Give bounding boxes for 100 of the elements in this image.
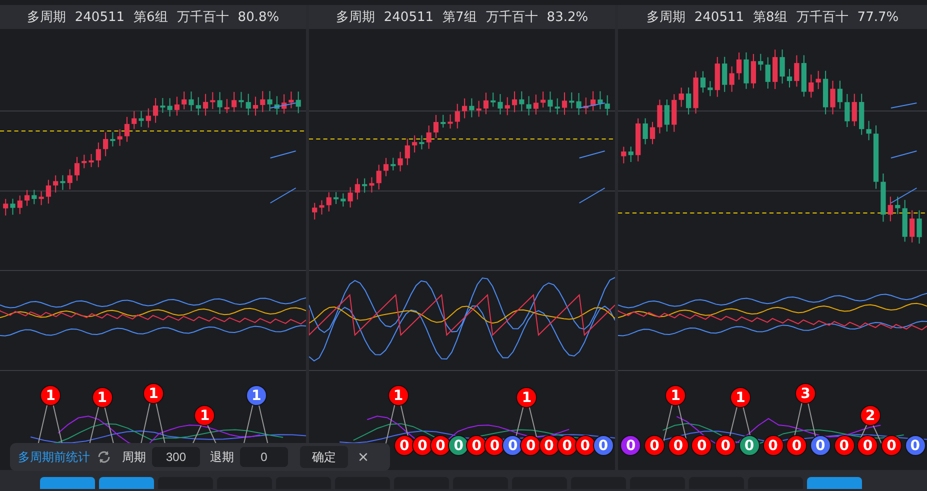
candle xyxy=(729,66,734,92)
candle xyxy=(398,152,403,172)
candle xyxy=(10,198,16,215)
confirm-button[interactable]: 确定 xyxy=(300,446,348,468)
candle xyxy=(17,196,22,214)
marker-badge: 0 xyxy=(520,435,542,456)
candle xyxy=(772,50,778,89)
marker-badge: 1 xyxy=(92,387,113,408)
candle xyxy=(476,100,482,117)
header-text: 第6组 xyxy=(134,9,168,26)
bottom-tab[interactable] xyxy=(99,477,154,489)
trend-line xyxy=(579,150,605,158)
candle xyxy=(816,70,821,90)
candle xyxy=(533,94,538,115)
candle xyxy=(383,158,389,176)
candle xyxy=(448,114,453,129)
candle xyxy=(312,202,318,220)
candle xyxy=(678,88,684,107)
marker-badge: 0 xyxy=(857,435,878,456)
leader-line xyxy=(192,424,218,446)
header-text: 80.8% xyxy=(238,10,280,24)
candle xyxy=(462,98,468,118)
back-period-label: 退期 xyxy=(210,448,234,466)
candle xyxy=(642,118,648,144)
close-button[interactable]: × xyxy=(354,446,373,468)
back-period-field[interactable]: 0 xyxy=(240,447,288,467)
trend-line xyxy=(270,150,296,158)
marker-badge: 1 xyxy=(143,383,164,404)
candle xyxy=(650,122,656,144)
marker-badge: 1 xyxy=(730,387,752,408)
marker-badge: 0 xyxy=(620,435,642,456)
candle xyxy=(202,94,208,116)
candle xyxy=(260,91,266,112)
candle xyxy=(32,190,37,204)
candle xyxy=(708,81,713,96)
bottom-tab[interactable] xyxy=(807,477,862,489)
marker-badge: 3 xyxy=(794,383,816,404)
candle xyxy=(902,200,908,242)
trend-line xyxy=(270,102,296,108)
candle xyxy=(232,92,237,112)
candle xyxy=(808,74,814,98)
candle xyxy=(274,96,280,115)
leader-line xyxy=(37,404,63,446)
candle xyxy=(326,192,332,212)
header-text: 240511 xyxy=(694,10,744,24)
marker-badge: 0 xyxy=(592,435,614,456)
candle xyxy=(569,92,574,108)
candle xyxy=(146,108,151,128)
period-field[interactable]: 300 xyxy=(152,447,200,467)
header-text: 240511 xyxy=(384,10,434,24)
marker-badge: 0 xyxy=(574,435,596,456)
candle xyxy=(390,158,396,170)
marker-badge: 0 xyxy=(834,435,855,456)
candle xyxy=(469,98,474,118)
marker-badge: 1 xyxy=(516,387,538,408)
candle xyxy=(498,94,503,114)
marker-badge: 0 xyxy=(668,435,689,456)
marker-badge: 0 xyxy=(691,435,712,456)
candle xyxy=(786,68,792,88)
candle xyxy=(224,99,230,114)
trend-line xyxy=(890,188,917,204)
candle xyxy=(562,92,568,115)
candle xyxy=(440,114,446,128)
candle xyxy=(621,146,626,164)
bottom-tab[interactable] xyxy=(40,477,95,489)
candle xyxy=(636,118,641,162)
trend-line xyxy=(890,150,917,158)
candle xyxy=(880,174,886,222)
candle xyxy=(117,129,122,146)
marker-badge: 0 xyxy=(786,435,808,456)
marker-badge: 1 xyxy=(40,385,62,406)
stats-link[interactable]: 多周期前统计 xyxy=(18,448,90,466)
candle xyxy=(916,210,922,244)
refresh-icon[interactable] xyxy=(96,450,112,464)
header-text: 240511 xyxy=(74,10,125,24)
header-text: 多周期 xyxy=(26,9,66,26)
candle xyxy=(686,88,692,114)
candle xyxy=(830,80,836,114)
candle xyxy=(74,156,80,181)
candle xyxy=(548,92,553,112)
candle xyxy=(837,80,843,109)
candle xyxy=(354,178,360,200)
candle xyxy=(153,98,158,123)
candle xyxy=(583,98,588,114)
candle xyxy=(38,191,44,206)
candle xyxy=(404,138,410,166)
leader-line xyxy=(140,402,166,446)
candle xyxy=(714,56,720,97)
candle xyxy=(672,94,677,132)
marker-badge: 0 xyxy=(738,435,760,456)
candle xyxy=(657,100,662,134)
candle xyxy=(167,98,172,116)
candle xyxy=(132,111,137,129)
candle xyxy=(598,91,603,110)
header-text: 83.2% xyxy=(546,10,588,24)
candle xyxy=(844,94,850,128)
candle xyxy=(454,104,460,128)
marker-badge: 0 xyxy=(466,435,488,456)
header-text: 77.7% xyxy=(857,10,899,24)
candle xyxy=(282,94,287,114)
